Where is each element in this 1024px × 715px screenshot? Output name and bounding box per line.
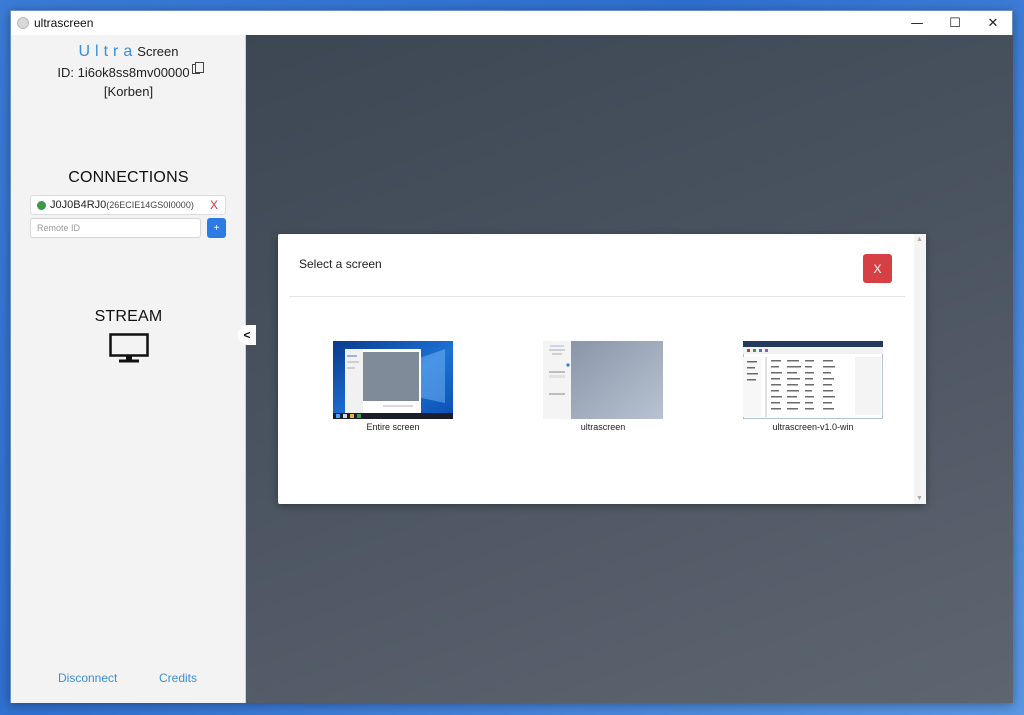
- device-id: ID: 1i6ok8ss8mv00000: [11, 62, 246, 80]
- scroll-down-arrow-icon[interactable]: ▼: [916, 495, 923, 502]
- monitor-icon[interactable]: [109, 333, 149, 363]
- dialog-divider: [289, 296, 905, 297]
- connections-heading: CONNECTIONS: [68, 169, 189, 186]
- sidebar: UltraScreen ID: 1i6ok8ss8mv00000 [Korben…: [11, 35, 246, 703]
- thumbnail-entire-screen: [333, 341, 453, 419]
- thumbnail-ultrascreen: [543, 341, 663, 419]
- copy-icon[interactable]: [191, 62, 204, 74]
- credits-link[interactable]: Credits: [159, 671, 197, 685]
- source-entire-screen[interactable]: Entire screen: [333, 341, 453, 432]
- dialog-close-button[interactable]: X: [863, 254, 892, 283]
- brand-logo: UltraScreen: [11, 43, 246, 61]
- minimize-button[interactable]: —: [898, 11, 936, 35]
- window-controls: — ☐ ✕: [898, 11, 1012, 35]
- window-title: ultrascreen: [34, 16, 94, 30]
- title-bar[interactable]: ultrascreen — ☐ ✕: [11, 11, 1012, 35]
- source-ultrascreen[interactable]: ultrascreen: [543, 341, 663, 432]
- scroll-up-arrow-icon[interactable]: ▲: [916, 236, 923, 243]
- brand-screen: Screen: [137, 44, 179, 59]
- maximize-button[interactable]: ☐: [936, 11, 974, 35]
- dialog-scrollbar[interactable]: ▲ ▼: [914, 234, 926, 504]
- stream-area: Select a screen X Entire screen ultrascr…: [246, 35, 1013, 703]
- status-online-icon: [37, 200, 46, 210]
- user-name: [Korben]: [103, 84, 154, 99]
- select-screen-dialog: Select a screen X Entire screen ultrascr…: [278, 234, 926, 504]
- brand-ultra: Ultra: [78, 43, 138, 60]
- source-label: ultrascreen: [580, 422, 626, 432]
- app-icon: [17, 17, 29, 29]
- app-window: ultrascreen — ☐ ✕ UltraScreen ID: 1i6ok8…: [10, 10, 1013, 703]
- add-connection-button[interactable]: +: [207, 218, 226, 238]
- connection-secondary-id: (26ECIE14GS0I0000): [106, 200, 194, 210]
- stream-heading: STREAM: [94, 308, 163, 325]
- source-ultrascreen-v1-0-win[interactable]: ultrascreen-v1.0-win: [743, 341, 883, 432]
- disconnect-link[interactable]: Disconnect: [58, 671, 117, 685]
- connection-item[interactable]: J0J0B4RJ0 (26ECIE14GS0I0000) X: [30, 195, 226, 215]
- source-label: ultrascreen-v1.0-win: [772, 422, 854, 432]
- source-label: Entire screen: [366, 422, 420, 432]
- dialog-title: Select a screen: [299, 257, 382, 271]
- connection-id: J0J0B4RJ0: [50, 199, 107, 211]
- device-id-text: ID: 1i6ok8ss8mv00000: [57, 65, 190, 80]
- remote-id-input[interactable]: [30, 218, 201, 238]
- remove-connection-button[interactable]: X: [210, 198, 218, 212]
- collapse-sidebar-button[interactable]: <: [238, 325, 256, 345]
- thumbnail-ultrascreen-v1-0-win: [743, 341, 883, 419]
- close-window-button[interactable]: ✕: [974, 11, 1012, 35]
